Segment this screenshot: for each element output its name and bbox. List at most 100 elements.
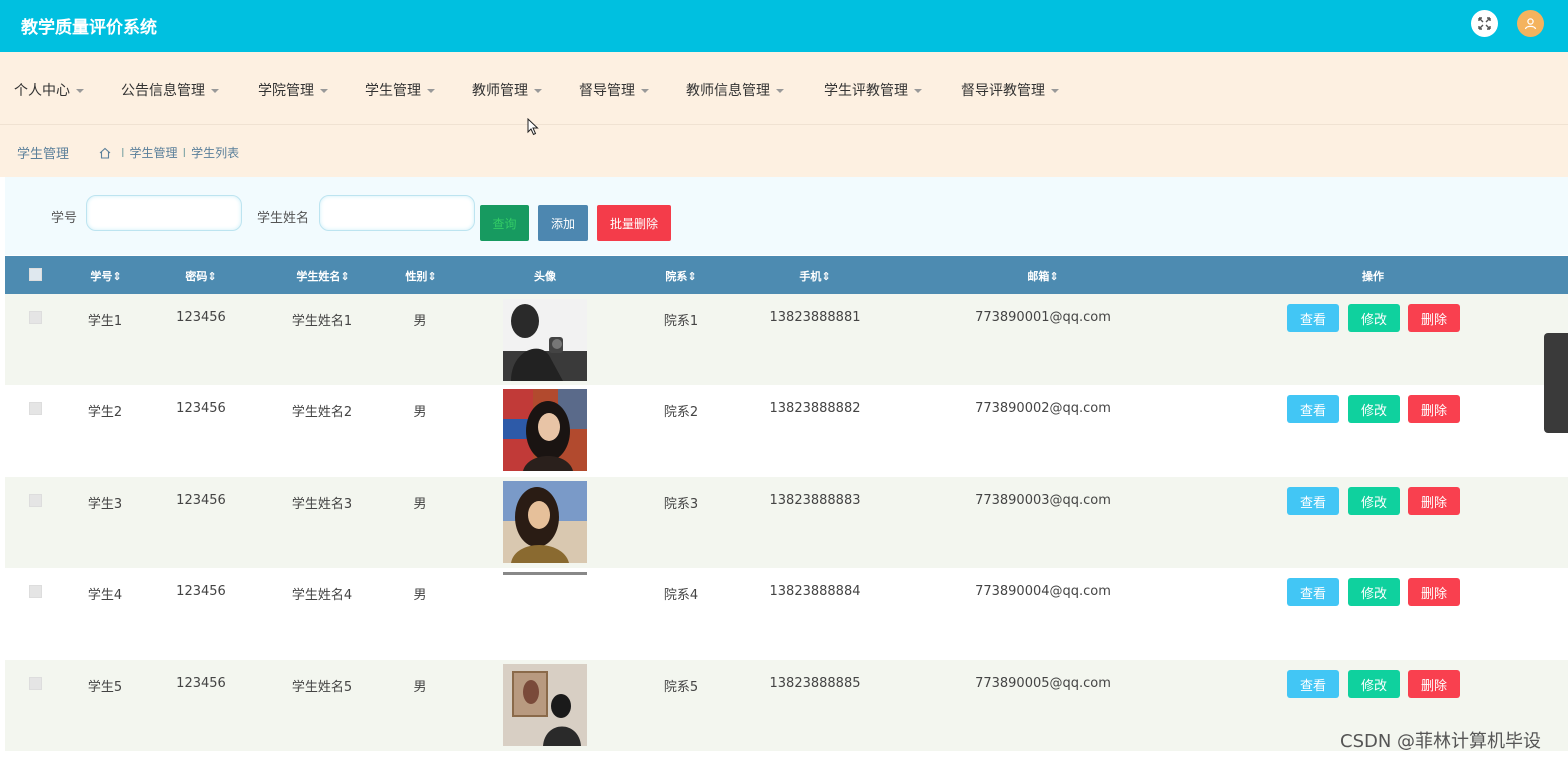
student-name-label: 学生姓名 [257,211,310,226]
cell-name: 学生姓名4 [291,588,353,603]
nav-item-teacher-info-management[interactable]: 教师信息管理 [686,80,784,100]
column-header-gender[interactable]: 性别⇕ [405,268,436,284]
table-header: 学号⇕ 密码⇕ 学生姓名⇕ 性别⇕ 头像 院系⇕ 手机⇕ 邮箱⇕ 操作 [5,256,1568,294]
table-row: 学生3 123456 学生姓名3 男 院系3 13823888883 77389… [5,477,1568,568]
chevron-down-icon [534,89,542,93]
sort-icon: ⇕ [207,270,217,283]
row-checkbox[interactable] [29,585,42,598]
view-button[interactable]: 查看 [1287,487,1339,515]
delete-button[interactable]: 删除 [1408,487,1460,515]
cell-name: 学生姓名5 [291,680,353,695]
view-button[interactable]: 查看 [1287,395,1339,423]
watermark: CSDN @菲林计算机毕设 [1340,731,1542,752]
row-checkbox[interactable] [29,494,42,507]
page-title: 学生管理 [17,147,70,162]
cell-phone: 13823888883 [769,493,861,508]
side-drawer-handle[interactable] [1544,333,1568,433]
chevron-down-icon [427,89,435,93]
sort-icon: ⇕ [687,270,697,283]
cell-id: 学生2 [87,405,123,420]
nav-item-personal-center[interactable]: 个人中心 [14,80,84,100]
cell-department: 院系1 [663,314,699,329]
add-button[interactable]: 添加 [538,205,588,241]
table-row: 学生5 123456 学生姓名5 男 院系5 13823888885 77389… [5,660,1568,751]
student-id-input[interactable] [86,195,242,231]
app-title: 教学质量评价系统 [21,18,157,38]
chevron-down-icon [914,89,922,93]
cell-id: 学生1 [87,314,123,329]
column-header-password[interactable]: 密码⇕ [185,268,216,284]
cell-department: 院系5 [663,680,699,695]
cell-id: 学生5 [87,680,123,695]
user-avatar-icon[interactable] [1517,10,1544,37]
cell-email: 773890001@qq.com [975,310,1111,325]
query-button[interactable]: 查询 [480,205,529,241]
cell-phone: 13823888885 [769,676,861,691]
cell-department: 院系3 [663,497,699,512]
home-icon[interactable] [99,147,111,159]
batch-delete-button[interactable]: 批量删除 [597,205,671,241]
cell-phone: 13823888884 [769,584,861,599]
avatar-image [503,572,587,575]
chevron-down-icon [76,89,84,93]
edit-button[interactable]: 修改 [1348,578,1400,606]
cell-id: 学生3 [87,497,123,512]
column-header-department[interactable]: 院系⇕ [665,268,696,284]
edit-button[interactable]: 修改 [1348,304,1400,332]
view-button[interactable]: 查看 [1287,304,1339,332]
edit-button[interactable]: 修改 [1348,487,1400,515]
chevron-down-icon [776,89,784,93]
delete-button[interactable]: 删除 [1408,578,1460,606]
nav-item-college-management[interactable]: 学院管理 [258,80,328,100]
nav-item-notice-management[interactable]: 公告信息管理 [121,80,219,100]
row-checkbox[interactable] [29,402,42,415]
nav-item-supervisor-management[interactable]: 督导管理 [579,80,649,100]
nav-item-student-evaluation-management[interactable]: 学生评教管理 [824,80,922,100]
view-button[interactable]: 查看 [1287,670,1339,698]
mouse-cursor-icon [527,117,539,140]
cell-password: 123456 [176,676,226,691]
table-row: 学生4 123456 学生姓名4 男 院系4 13823888884 77389… [5,568,1568,659]
cell-password: 123456 [176,310,226,325]
delete-button[interactable]: 删除 [1408,304,1460,332]
student-name-input[interactable] [319,195,475,231]
breadcrumb-bar: 学生管理 I 学生管理 I 学生列表 [0,125,1568,177]
cell-password: 123456 [176,584,226,599]
cell-name: 学生姓名3 [291,497,353,512]
delete-button[interactable]: 删除 [1408,670,1460,698]
cell-phone: 13823888882 [769,401,861,416]
sort-icon: ⇕ [1049,270,1059,283]
nav-item-teacher-management[interactable]: 教师管理 [472,80,542,100]
select-all-checkbox[interactable] [29,268,42,281]
avatar-image [503,299,587,381]
nav-item-supervisor-evaluation-management[interactable]: 督导评教管理 [961,80,1059,100]
cell-name: 学生姓名1 [291,314,353,329]
chevron-down-icon [211,89,219,93]
chevron-down-icon [320,89,328,93]
column-header-actions: 操作 [1362,270,1384,283]
column-header-name[interactable]: 学生姓名⇕ [296,268,349,284]
cell-department: 院系4 [663,588,699,603]
cell-name: 学生姓名2 [291,405,353,420]
delete-button[interactable]: 删除 [1408,395,1460,423]
row-checkbox[interactable] [29,311,42,324]
breadcrumb-separator: I [182,145,187,160]
avatar-image [503,389,587,471]
cell-password: 123456 [176,493,226,508]
table-row: 学生2 123456 学生姓名2 男 院系2 13823888882 77389… [5,385,1568,476]
edit-button[interactable]: 修改 [1348,395,1400,423]
chevron-down-icon [1051,89,1059,93]
avatar-image [503,664,587,746]
cell-email: 773890003@qq.com [975,493,1111,508]
column-header-phone[interactable]: 手机⇕ [799,268,830,284]
nav-item-student-management[interactable]: 学生管理 [365,80,435,100]
column-header-email[interactable]: 邮箱⇕ [1027,268,1058,284]
column-header-id[interactable]: 学号⇕ [90,268,121,284]
cell-department: 院系2 [663,405,699,420]
breadcrumb-item-student-management[interactable]: 学生管理 [130,144,178,161]
row-checkbox[interactable] [29,677,42,690]
edit-button[interactable]: 修改 [1348,670,1400,698]
view-button[interactable]: 查看 [1287,578,1339,606]
fullscreen-icon[interactable] [1471,10,1498,37]
cell-password: 123456 [176,401,226,416]
